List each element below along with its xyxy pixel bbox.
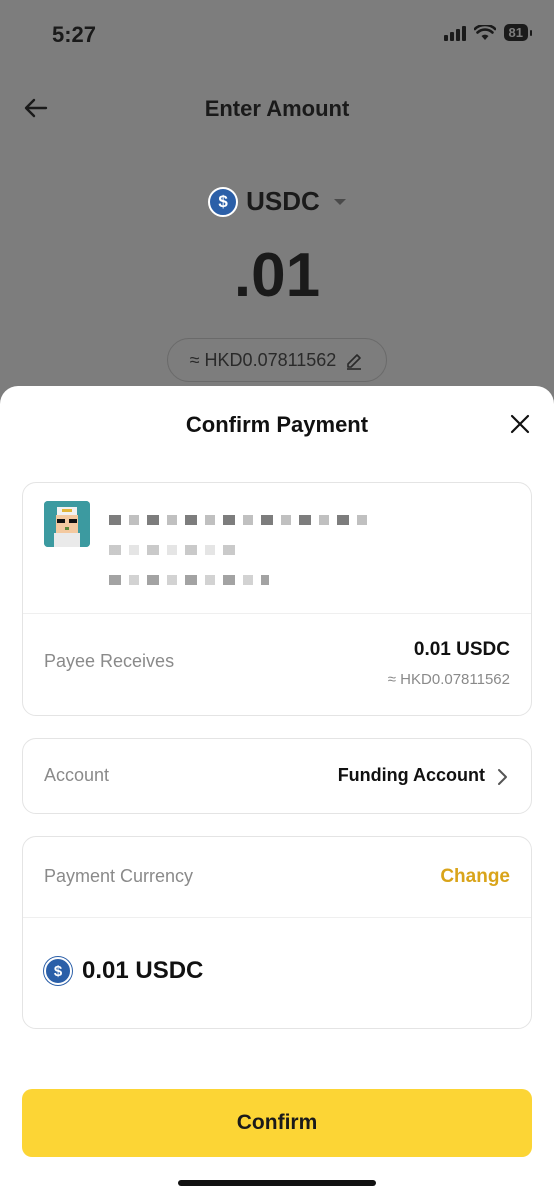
fx-estimate-pill[interactable]: ≈ HKD0.07811562 — [167, 338, 387, 382]
signal-icon — [443, 25, 466, 41]
confirm-button[interactable]: Confirm — [22, 1089, 532, 1157]
status-time: 5:27 — [52, 22, 97, 47]
payee-receives-label: Payee Receives — [44, 651, 175, 671]
chevron-right-icon — [498, 769, 507, 785]
status-bar: 5:27 81 — [0, 0, 554, 70]
usdc-icon: $ — [44, 957, 72, 985]
asset-label: USDC — [246, 186, 320, 216]
redacted-payee-name — [109, 515, 371, 525]
payee-card: Payee Receives 0.01 USDC ≈ HKD0.07811562 — [22, 482, 532, 716]
payment-currency-amount: 0.01 USDC — [82, 957, 204, 984]
currency-divider — [23, 917, 531, 918]
asset-selector[interactable]: $ USDC — [0, 186, 554, 217]
sheet-title: Confirm Payment — [185, 412, 369, 437]
wifi-icon — [473, 24, 496, 40]
payment-currency-amount-row: $ 0.01 USDC — [44, 957, 203, 985]
payee-divider — [23, 613, 531, 614]
account-value: Funding Account — [337, 765, 485, 785]
background-screen: 5:27 81 Enter Amount $ USDC .01 ≈ HKD0.0… — [0, 0, 554, 420]
account-label: Account — [44, 765, 110, 785]
redacted-payee-id — [109, 575, 269, 585]
change-currency-link[interactable]: Change — [440, 866, 510, 888]
avatar-icon — [44, 501, 90, 547]
close-icon[interactable] — [508, 412, 532, 436]
payment-currency-label: Payment Currency — [44, 866, 194, 886]
battery-icon: 81 — [503, 24, 533, 41]
redacted-payee-detail — [109, 545, 239, 555]
caret-down-icon — [333, 198, 346, 205]
amount-display: .01 — [233, 241, 321, 310]
nav-bar: Enter Amount — [0, 88, 554, 128]
fx-estimate-text: ≈ HKD0.07811562 — [189, 349, 337, 370]
account-row[interactable]: Account Funding Account — [22, 738, 532, 814]
edit-pencil-icon — [347, 354, 362, 370]
home-indicator — [178, 1180, 376, 1186]
payee-receives-fx: ≈ HKD0.07811562 — [387, 671, 510, 688]
payee-receives-value: 0.01 USDC — [413, 639, 510, 660]
page-title: Enter Amount — [204, 96, 350, 121]
usdc-icon: $ — [208, 186, 239, 217]
payment-currency-card: Payment Currency Change $ 0.01 USDC — [22, 836, 532, 1029]
confirm-payment-sheet: Confirm Payment Payee Receives 0.01 USDC… — [0, 386, 554, 1200]
status-icons: 81 — [443, 24, 533, 41]
